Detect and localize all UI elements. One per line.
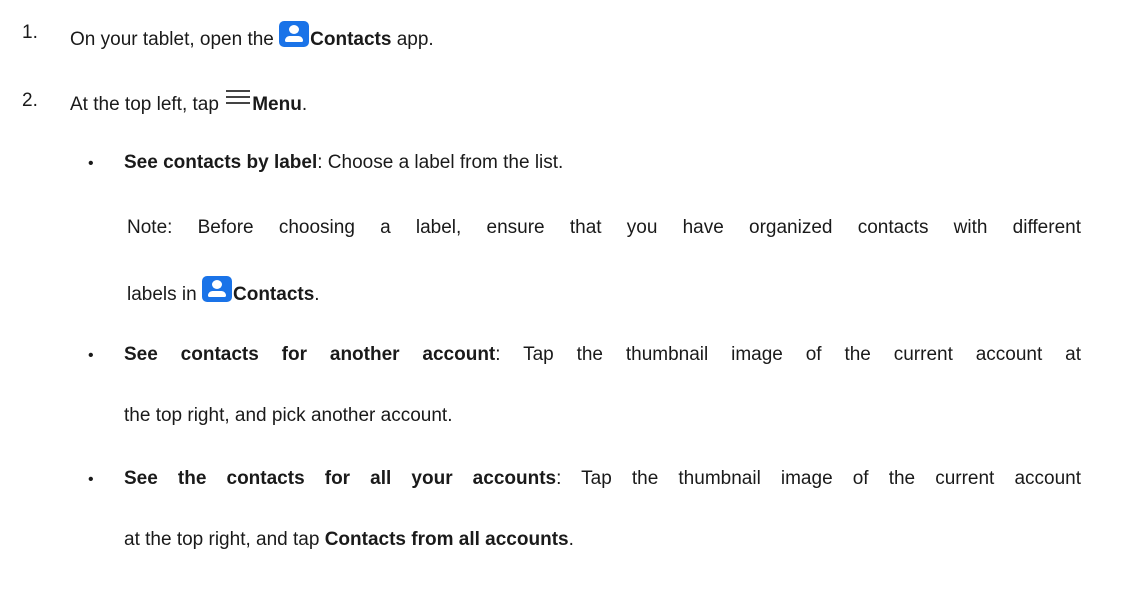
bullet-3-body-before: at the top right, and tap (124, 529, 325, 550)
bullet-3-body-line-1: : Tap the thumbnail image of the current… (556, 468, 1081, 489)
bullet-3-line-1: See the contacts for all your accounts: … (124, 467, 1081, 491)
step-2-text-after: . (301, 94, 308, 115)
bullet-2-title: See contacts for another account (124, 344, 496, 365)
bullet-3-marker: • (88, 471, 94, 488)
bullet-3-contacts-all-label: Contacts from all accounts (324, 529, 569, 550)
step-1-text: On your tablet, open the Contacts app. (70, 21, 434, 52)
bullet-1-note-contacts-label: Contacts (233, 284, 315, 305)
bullet-2-line-2: the top right, and pick another account. (124, 405, 453, 426)
hamburger-menu-icon (226, 89, 251, 107)
bullet-1-note-before: labels in (127, 284, 202, 305)
step-2-text: At the top left, tap Menu. (70, 89, 307, 117)
contacts-app-icon (202, 276, 232, 302)
step-1-number: 1. (22, 22, 38, 43)
bullet-2-body-line-1: : Tap the thumbnail image of the current… (495, 344, 1081, 365)
bullet-1-note-line-1: Note: Before choosing a label, ensure th… (127, 217, 1081, 238)
bullet-3-body-after: . (568, 529, 574, 550)
help-document: 1. On your tablet, open the Contacts app… (0, 0, 1128, 597)
step-1-contacts-label: Contacts (310, 29, 392, 50)
bullet-3-line-2: at the top right, and tap Contacts from … (124, 528, 574, 552)
bullet-1-body: : Choose a label from the list. (317, 152, 564, 173)
bullet-1-title: See contacts by label (124, 152, 318, 173)
step-2-number: 2. (22, 90, 38, 111)
step-2-text-before: At the top left, tap (70, 94, 225, 115)
step-1-text-after: app. (391, 29, 434, 50)
bullet-3-title: See the contacts for all your accounts (124, 468, 557, 489)
step-1-text-before: On your tablet, open the (70, 29, 280, 50)
bullet-2-marker: • (88, 347, 94, 364)
bullet-1-note-line-2: labels in Contacts. (127, 276, 320, 307)
bullet-1-marker: • (88, 155, 94, 172)
bullet-2-line-1: See contacts for another account: Tap th… (124, 343, 1081, 367)
bullet-1-note-after: . (314, 284, 320, 305)
contacts-app-icon (279, 21, 310, 47)
step-2-menu-label: Menu (252, 94, 302, 115)
bullet-1-text: See contacts by label: Choose a label fr… (124, 151, 563, 175)
